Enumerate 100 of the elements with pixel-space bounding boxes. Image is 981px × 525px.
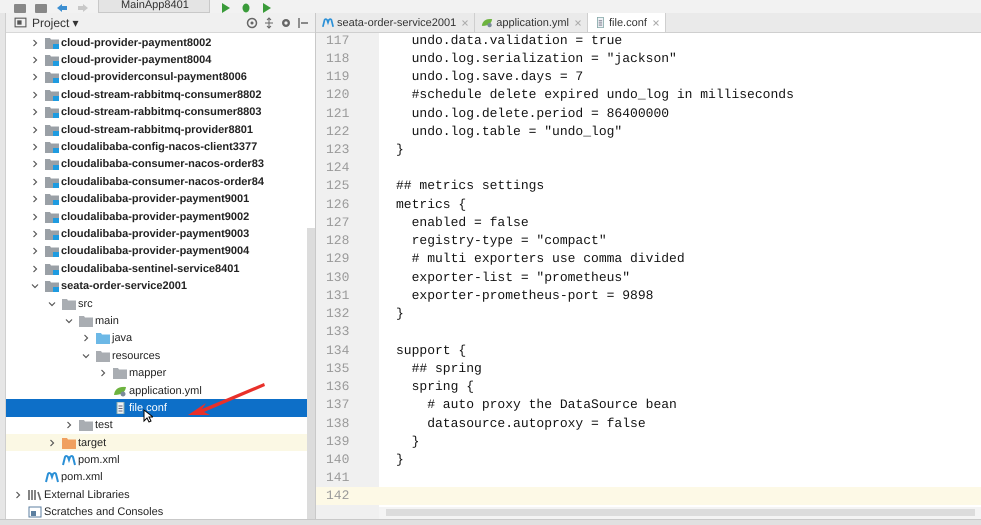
tree-item[interactable]: seata-order-service2001 bbox=[61, 280, 187, 292]
line-number: 135 bbox=[325, 360, 350, 376]
locate-icon[interactable] bbox=[246, 16, 258, 28]
module-folder-icon bbox=[45, 245, 59, 258]
module-folder-icon bbox=[45, 193, 59, 206]
chevron-down-icon[interactable] bbox=[65, 316, 73, 325]
bug-icon[interactable] bbox=[240, 3, 252, 13]
code-line: enabled = false bbox=[410, 214, 529, 230]
tree-item[interactable]: main bbox=[95, 314, 119, 327]
back-arrow-icon[interactable] bbox=[56, 3, 68, 13]
line-number: 123 bbox=[325, 142, 350, 158]
tree-item[interactable]: cloud-provider-payment8004 bbox=[61, 54, 212, 66]
tree-item[interactable]: cloud-stream-rabbitmq-consumer8803 bbox=[61, 106, 262, 118]
maven-icon bbox=[322, 17, 334, 28]
tree-item[interactable]: pom.xml bbox=[61, 471, 103, 484]
code-line: undo.log.delete.period = 86400000 bbox=[410, 106, 670, 121]
tree-item[interactable]: application.yml bbox=[129, 384, 202, 396]
chevron-right-icon[interactable] bbox=[31, 108, 39, 116]
scrollbar[interactable] bbox=[386, 509, 975, 516]
chevron-right-icon[interactable] bbox=[48, 438, 56, 447]
folder-icon bbox=[62, 298, 76, 310]
tree-item[interactable]: test bbox=[95, 419, 113, 432]
module-folder-icon bbox=[45, 158, 59, 170]
line-number: 141 bbox=[325, 470, 350, 486]
module-folder-icon bbox=[45, 176, 59, 188]
chevron-right-icon[interactable] bbox=[31, 38, 39, 47]
tree-item[interactable]: cloudalibaba-consumer-nacos-order83 bbox=[61, 158, 264, 170]
panel-title[interactable]: Project ▾ bbox=[32, 16, 79, 30]
tree-item[interactable]: cloud-stream-rabbitmq-consumer8802 bbox=[61, 88, 262, 101]
chevron-right-icon[interactable] bbox=[31, 230, 39, 238]
code-line: support { bbox=[395, 342, 466, 358]
module-folder-icon bbox=[45, 71, 59, 84]
chevron-right-icon[interactable] bbox=[14, 490, 22, 499]
chevron-right-icon[interactable] bbox=[99, 369, 107, 378]
chevron-right-icon[interactable] bbox=[31, 56, 39, 64]
line-number: 136 bbox=[325, 379, 350, 394]
chevron-right-icon[interactable] bbox=[31, 247, 39, 256]
module-folder-icon bbox=[45, 88, 59, 101]
line-number: 134 bbox=[325, 342, 350, 358]
run-configuration-dropdown[interactable]: MainApp8401 bbox=[98, 0, 210, 13]
tree-item[interactable]: cloudalibaba-provider-payment9004 bbox=[61, 245, 250, 258]
chevron-right-icon[interactable] bbox=[31, 73, 39, 82]
scrollbar[interactable] bbox=[307, 228, 315, 519]
tree-item[interactable]: cloudalibaba-sentinel-service8401 bbox=[61, 262, 240, 275]
chevron-right-icon[interactable] bbox=[31, 160, 39, 168]
tree-item[interactable]: java bbox=[112, 332, 132, 344]
tree-item[interactable]: cloud-stream-rabbitmq-provider8801 bbox=[61, 124, 253, 136]
line-number: 117 bbox=[325, 33, 350, 48]
line-number: 130 bbox=[325, 270, 350, 285]
code-line: undo.data.validation = true bbox=[410, 33, 622, 48]
code-line: ## metrics settings bbox=[395, 178, 544, 194]
code-line: # multi exporters use comma divided bbox=[410, 251, 685, 266]
tree-item[interactable]: target bbox=[78, 436, 106, 449]
module-folder-icon bbox=[45, 141, 59, 154]
code-line: } bbox=[395, 306, 404, 322]
chevron-down-icon[interactable] bbox=[82, 352, 90, 360]
chevron-right-icon[interactable] bbox=[31, 90, 39, 99]
chevron-right-icon[interactable] bbox=[31, 178, 39, 186]
hide-icon[interactable] bbox=[297, 16, 309, 28]
code-line: registry-type = "compact" bbox=[410, 233, 607, 248]
module-folder-icon bbox=[45, 280, 59, 292]
code-line: # auto proxy the DataSource bean bbox=[426, 397, 677, 412]
tree-item[interactable]: cloudalibaba-config-nacos-client3377 bbox=[61, 141, 258, 154]
line-number: 137 bbox=[325, 397, 350, 412]
tree-item[interactable]: pom.xml bbox=[78, 454, 120, 466]
tree-item[interactable]: Scratches and Consoles bbox=[44, 506, 164, 518]
tree-item[interactable]: resources bbox=[112, 350, 160, 362]
tree-item[interactable]: cloudalibaba-provider-payment9002 bbox=[61, 210, 250, 223]
tree-item[interactable]: mapper bbox=[129, 367, 166, 380]
editor-tab[interactable]: seata-order-service2001 bbox=[316, 13, 476, 32]
line-number: 132 bbox=[325, 306, 350, 322]
line-number: 126 bbox=[325, 196, 350, 212]
tree-item[interactable]: file.conf bbox=[129, 402, 167, 414]
chevron-right-icon[interactable] bbox=[82, 334, 90, 342]
line-number: 139 bbox=[325, 434, 350, 449]
code-line: metrics { bbox=[395, 196, 466, 212]
tree-item[interactable]: External Libraries bbox=[44, 488, 130, 501]
folder-icon bbox=[96, 332, 110, 344]
tree-item[interactable]: cloud-providerconsul-payment8006 bbox=[61, 71, 247, 84]
tree-item[interactable]: cloudalibaba-provider-payment9003 bbox=[61, 228, 250, 240]
chevron-right-icon[interactable] bbox=[31, 264, 39, 273]
collapse-icon[interactable] bbox=[263, 16, 275, 28]
line-number: 127 bbox=[325, 214, 350, 230]
text-file-icon bbox=[594, 17, 606, 28]
chevron-right-icon[interactable] bbox=[31, 195, 39, 204]
tree-item[interactable]: cloudalibaba-provider-payment9001 bbox=[61, 193, 250, 206]
chevron-down-icon[interactable] bbox=[31, 282, 39, 290]
chevron-right-icon[interactable] bbox=[31, 212, 39, 221]
folder-icon bbox=[79, 314, 93, 327]
tree-item[interactable]: cloudalibaba-consumer-nacos-order84 bbox=[61, 176, 264, 188]
chevron-right-icon[interactable] bbox=[31, 143, 39, 152]
tree-item[interactable]: cloud-provider-payment8002 bbox=[61, 36, 212, 49]
chevron-down-icon[interactable] bbox=[48, 300, 56, 308]
maven-icon bbox=[62, 454, 76, 466]
module-folder-icon bbox=[45, 124, 59, 136]
tree-item[interactable]: src bbox=[78, 298, 93, 310]
folder-icon bbox=[113, 367, 127, 380]
chevron-right-icon[interactable] bbox=[31, 126, 39, 134]
editor-tab[interactable]: file.conf bbox=[588, 13, 666, 32]
chevron-right-icon[interactable] bbox=[65, 421, 73, 430]
